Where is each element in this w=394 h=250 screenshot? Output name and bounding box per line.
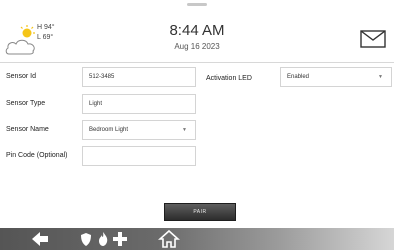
sensor-id-value: 512-3485 (89, 74, 115, 80)
fire-icon[interactable] (97, 228, 109, 250)
sensor-name-select[interactable]: Bedroom Light ▼ (82, 120, 196, 140)
sensor-type-value: Light (89, 101, 103, 107)
chevron-down-icon: ▼ (182, 127, 187, 133)
header-divider (0, 62, 394, 63)
sensor-setup-screen: H 94° L 69° 8:44 AM Aug 16 2023 Sensor I… (0, 0, 394, 250)
sensor-type-label: Sensor Type (6, 100, 46, 107)
activation-led-select[interactable]: Enabled ▼ (280, 67, 392, 87)
activation-led-label: Activation LED (206, 75, 252, 82)
home-icon[interactable] (158, 228, 180, 250)
police-shield-icon[interactable] (80, 228, 92, 250)
activation-led-value: Enabled (287, 74, 310, 80)
medical-cross-icon[interactable] (113, 228, 127, 250)
sensor-id-label: Sensor Id (6, 73, 36, 80)
pin-code-label: Pin Code (Optional) (6, 152, 68, 159)
pin-code-field[interactable] (82, 146, 196, 166)
back-arrow-icon[interactable] (30, 228, 50, 250)
sensor-id-field[interactable]: 512-3485 (82, 67, 196, 87)
bottom-nav-bar (0, 228, 394, 250)
sensor-name-value: Bedroom Light (89, 127, 129, 133)
clock-time: 8:44 AM (169, 22, 225, 39)
pair-button[interactable]: PAIR (164, 203, 236, 221)
chevron-down-icon: ▼ (378, 74, 383, 80)
mail-icon[interactable] (360, 30, 386, 48)
sensor-type-field[interactable]: Light (82, 94, 196, 114)
sensor-name-label: Sensor Name (6, 126, 49, 133)
clock-date: Aug 16 2023 (174, 42, 220, 51)
pull-down-handle[interactable] (187, 3, 207, 6)
